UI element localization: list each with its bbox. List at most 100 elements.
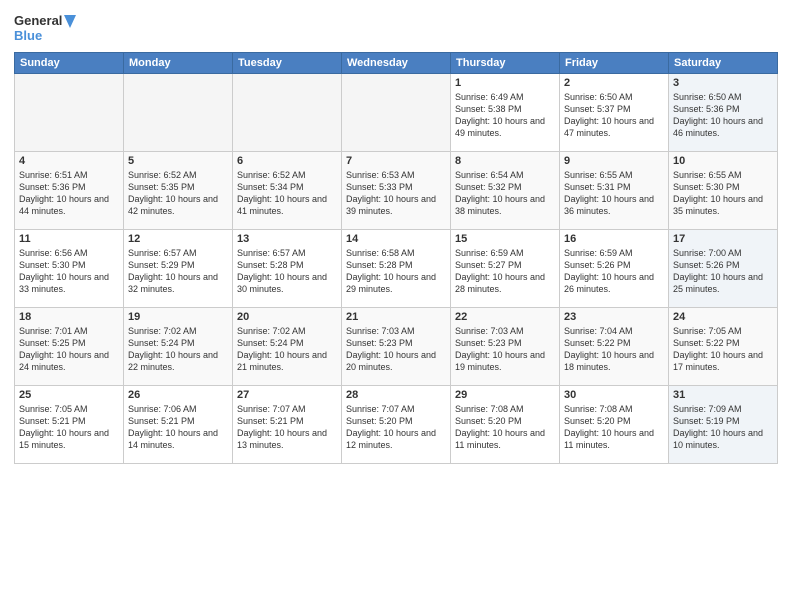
day-info: Sunrise: 7:04 AMSunset: 5:22 PMDaylight:… [564, 325, 664, 374]
calendar-day-cell: 17 Sunrise: 7:00 AMSunset: 5:26 PMDayligh… [669, 230, 778, 308]
day-number: 6 [237, 155, 337, 167]
calendar-day-cell [233, 74, 342, 152]
calendar-day-cell: 4 Sunrise: 6:51 AMSunset: 5:36 PMDaylight… [15, 152, 124, 230]
calendar-day-header: Sunday [15, 53, 124, 74]
day-number: 10 [673, 155, 773, 167]
calendar-week-row: 1Sunrise: 6:49 AMSunset: 5:38 PMDaylight… [15, 74, 778, 152]
day-info: Sunrise: 7:05 AMSunset: 5:21 PMDaylight:… [19, 403, 119, 452]
day-number: 20 [237, 311, 337, 323]
day-info: Sunrise: 7:09 AMSunset: 5:19 PMDaylight:… [673, 403, 773, 452]
calendar-day-header: Monday [124, 53, 233, 74]
calendar-day-cell: 2 Sunrise: 6:50 AMSunset: 5:37 PMDaylight… [560, 74, 669, 152]
day-info: Sunrise: 7:03 AMSunset: 5:23 PMDaylight:… [455, 325, 555, 374]
day-info: Sunrise: 6:51 AMSunset: 5:36 PMDaylight:… [19, 169, 119, 218]
calendar-day-header: Wednesday [342, 53, 451, 74]
day-info: Sunrise: 7:05 AMSunset: 5:22 PMDaylight:… [673, 325, 773, 374]
calendar-day-cell: 22 Sunrise: 7:03 AMSunset: 5:23 PMDayligh… [451, 308, 560, 386]
calendar-day-cell: 30 Sunrise: 7:08 AMSunset: 5:20 PMDayligh… [560, 386, 669, 464]
calendar-day-cell [124, 74, 233, 152]
calendar-day-cell: 19Sunrise: 7:02 AMSunset: 5:24 PMDayligh… [124, 308, 233, 386]
svg-text:Blue: Blue [14, 28, 42, 43]
calendar-day-cell: 25 Sunrise: 7:05 AMSunset: 5:21 PMDayligh… [15, 386, 124, 464]
day-number: 31 [673, 389, 773, 401]
day-info: Sunrise: 6:59 AMSunset: 5:26 PMDaylight:… [564, 247, 664, 296]
logo: GeneralBlue [14, 10, 79, 46]
calendar-day-header: Thursday [451, 53, 560, 74]
day-info: Sunrise: 7:00 AMSunset: 5:26 PMDaylight:… [673, 247, 773, 296]
day-info: Sunrise: 6:53 AMSunset: 5:33 PMDaylight:… [346, 169, 446, 218]
calendar-day-cell: 26Sunrise: 7:06 AMSunset: 5:21 PMDayligh… [124, 386, 233, 464]
calendar-day-cell: 5Sunrise: 6:52 AMSunset: 5:35 PMDaylight… [124, 152, 233, 230]
calendar-day-cell [15, 74, 124, 152]
calendar-day-cell: 31 Sunrise: 7:09 AMSunset: 5:19 PMDayligh… [669, 386, 778, 464]
calendar-header-row: SundayMondayTuesdayWednesdayThursdayFrid… [15, 53, 778, 74]
day-number: 15 [455, 233, 555, 245]
day-number: 4 [19, 155, 119, 167]
calendar-day-cell: 6Sunrise: 6:52 AMSunset: 5:34 PMDaylight… [233, 152, 342, 230]
day-number: 18 [19, 311, 119, 323]
day-number: 3 [673, 77, 773, 89]
day-info: Sunrise: 6:57 AMSunset: 5:29 PMDaylight:… [128, 247, 228, 296]
day-number: 24 [673, 311, 773, 323]
day-info: Sunrise: 6:50 AMSunset: 5:36 PMDaylight:… [673, 91, 773, 140]
calendar-day-cell: 23Sunrise: 7:04 AMSunset: 5:22 PMDayligh… [560, 308, 669, 386]
day-number: 1 [455, 77, 555, 89]
calendar-day-cell: 11Sunrise: 6:56 AMSunset: 5:30 PMDayligh… [15, 230, 124, 308]
page: GeneralBlue SundayMondayTuesdayWednesday… [0, 0, 792, 612]
calendar-week-row: 18Sunrise: 7:01 AMSunset: 5:25 PMDayligh… [15, 308, 778, 386]
calendar-week-row: 25 Sunrise: 7:05 AMSunset: 5:21 PMDayligh… [15, 386, 778, 464]
calendar-week-row: 4 Sunrise: 6:51 AMSunset: 5:36 PMDaylight… [15, 152, 778, 230]
calendar-day-cell: 18Sunrise: 7:01 AMSunset: 5:25 PMDayligh… [15, 308, 124, 386]
header: GeneralBlue [14, 10, 778, 46]
day-number: 12 [128, 233, 228, 245]
day-info: Sunrise: 6:55 AMSunset: 5:30 PMDaylight:… [673, 169, 773, 218]
day-number: 8 [455, 155, 555, 167]
day-number: 28 [346, 389, 446, 401]
calendar-day-cell: 12 Sunrise: 6:57 AMSunset: 5:29 PMDayligh… [124, 230, 233, 308]
calendar-day-cell: 27Sunrise: 7:07 AMSunset: 5:21 PMDayligh… [233, 386, 342, 464]
day-number: 9 [564, 155, 664, 167]
calendar-day-cell: 29Sunrise: 7:08 AMSunset: 5:20 PMDayligh… [451, 386, 560, 464]
day-info: Sunrise: 6:55 AMSunset: 5:31 PMDaylight:… [564, 169, 664, 218]
day-info: Sunrise: 6:59 AMSunset: 5:27 PMDaylight:… [455, 247, 555, 296]
calendar-day-cell: 24 Sunrise: 7:05 AMSunset: 5:22 PMDayligh… [669, 308, 778, 386]
calendar-day-cell: 9 Sunrise: 6:55 AMSunset: 5:31 PMDaylight… [560, 152, 669, 230]
calendar-day-header: Tuesday [233, 53, 342, 74]
day-info: Sunrise: 6:58 AMSunset: 5:28 PMDaylight:… [346, 247, 446, 296]
day-number: 21 [346, 311, 446, 323]
day-info: Sunrise: 6:57 AMSunset: 5:28 PMDaylight:… [237, 247, 337, 296]
day-number: 17 [673, 233, 773, 245]
calendar-day-cell: 21Sunrise: 7:03 AMSunset: 5:23 PMDayligh… [342, 308, 451, 386]
day-info: Sunrise: 7:08 AMSunset: 5:20 PMDaylight:… [564, 403, 664, 452]
day-number: 30 [564, 389, 664, 401]
day-info: Sunrise: 6:54 AMSunset: 5:32 PMDaylight:… [455, 169, 555, 218]
day-info: Sunrise: 6:56 AMSunset: 5:30 PMDaylight:… [19, 247, 119, 296]
calendar-day-cell: 13 Sunrise: 6:57 AMSunset: 5:28 PMDayligh… [233, 230, 342, 308]
calendar-week-row: 11Sunrise: 6:56 AMSunset: 5:30 PMDayligh… [15, 230, 778, 308]
day-number: 2 [564, 77, 664, 89]
calendar-day-cell: 20 Sunrise: 7:02 AMSunset: 5:24 PMDayligh… [233, 308, 342, 386]
day-number: 13 [237, 233, 337, 245]
day-number: 26 [128, 389, 228, 401]
calendar-day-cell: 16 Sunrise: 6:59 AMSunset: 5:26 PMDayligh… [560, 230, 669, 308]
calendar-day-cell: 1Sunrise: 6:49 AMSunset: 5:38 PMDaylight… [451, 74, 560, 152]
day-number: 7 [346, 155, 446, 167]
day-number: 25 [19, 389, 119, 401]
day-number: 29 [455, 389, 555, 401]
day-number: 14 [346, 233, 446, 245]
calendar-day-cell: 15 Sunrise: 6:59 AMSunset: 5:27 PMDayligh… [451, 230, 560, 308]
day-info: Sunrise: 7:02 AMSunset: 5:24 PMDaylight:… [237, 325, 337, 374]
calendar-day-cell: 7 Sunrise: 6:53 AMSunset: 5:33 PMDaylight… [342, 152, 451, 230]
day-number: 27 [237, 389, 337, 401]
day-number: 22 [455, 311, 555, 323]
day-number: 19 [128, 311, 228, 323]
calendar-day-cell: 8 Sunrise: 6:54 AMSunset: 5:32 PMDaylight… [451, 152, 560, 230]
day-info: Sunrise: 6:50 AMSunset: 5:37 PMDaylight:… [564, 91, 664, 140]
day-number: 16 [564, 233, 664, 245]
calendar-day-cell: 10 Sunrise: 6:55 AMSunset: 5:30 PMDayligh… [669, 152, 778, 230]
calendar-day-cell [342, 74, 451, 152]
svg-text:General: General [14, 13, 62, 28]
day-info: Sunrise: 7:07 AMSunset: 5:20 PMDaylight:… [346, 403, 446, 452]
calendar-day-cell: 14 Sunrise: 6:58 AMSunset: 5:28 PMDayligh… [342, 230, 451, 308]
calendar-day-header: Saturday [669, 53, 778, 74]
